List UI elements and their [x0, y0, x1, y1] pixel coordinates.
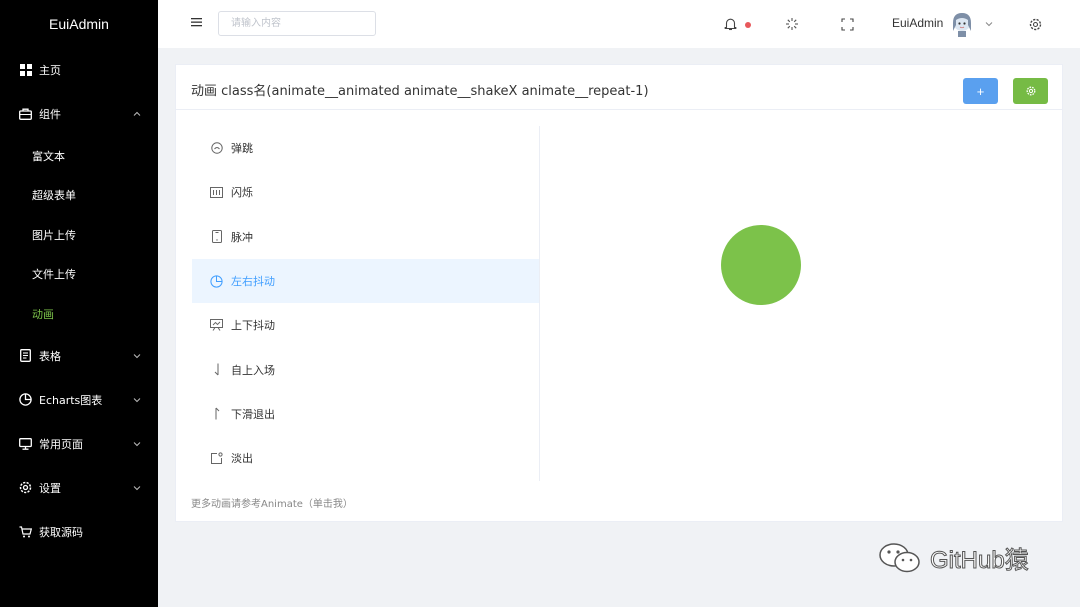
list-item-label: 左右抖动 [231, 275, 275, 289]
list-item-shake-x[interactable]: 左右抖动 [192, 258, 539, 304]
list-item-flash[interactable]: 闪烁 [192, 170, 539, 214]
briefcase-icon [19, 108, 32, 121]
list-item-fade-out[interactable]: 淡出 [192, 436, 539, 480]
chevron-down-icon [133, 441, 141, 446]
list-item-slide-out-down[interactable]: 下滑退出 [192, 392, 539, 436]
sidebar-item-label: 常用页面 [39, 437, 83, 451]
menu-toggle-icon[interactable] [191, 17, 202, 27]
app-logo[interactable]: EuiAdmin [0, 0, 158, 48]
fullscreen-icon[interactable] [840, 17, 854, 31]
settings-gear-icon[interactable] [1028, 17, 1042, 31]
sidebar-subitem-superform[interactable]: 超级表单 [0, 176, 158, 216]
phone-icon [210, 230, 223, 244]
easel-icon [210, 319, 223, 332]
sidebar-item-home[interactable]: 主页 [0, 48, 158, 92]
home-grid-icon [19, 64, 32, 77]
sidebar-item-label: 设置 [39, 481, 61, 495]
watermark: GitHub猿 [878, 540, 1029, 575]
chevron-down-icon [133, 353, 141, 358]
sidebar-item-components[interactable]: 组件 [0, 92, 158, 136]
sidebar-item-label: 组件 [39, 108, 61, 121]
edit-icon [210, 452, 223, 465]
notification-dot [745, 22, 751, 28]
add-button[interactable]: + [963, 78, 998, 104]
animated-circle [721, 225, 801, 305]
sidebar-subitem-animation[interactable]: 动画 [0, 294, 158, 334]
list-item-label: 淡出 [231, 452, 253, 466]
sidebar-item-label: 主页 [39, 64, 61, 77]
card-header: 动画 class名(animate__animated animate__sha… [176, 65, 1062, 110]
sidebar-item-label: 表格 [39, 349, 61, 363]
monitor-icon [19, 437, 32, 450]
top-header: EuiAdmin [158, 0, 1080, 48]
sidebar-item-table[interactable]: 表格 [0, 334, 158, 378]
animation-card: 动画 class名(animate__animated animate__sha… [175, 64, 1063, 522]
barcode-icon [210, 186, 223, 199]
sidebar-item-get-source[interactable]: 获取源码 [0, 510, 158, 554]
sidebar-item-common-pages[interactable]: 常用页面 [0, 422, 158, 466]
chevron-down-icon [133, 397, 141, 402]
sidebar-item-settings[interactable]: 设置 [0, 466, 158, 510]
chevron-down-icon [133, 485, 141, 490]
gear-icon [19, 481, 32, 494]
animate-reference-link[interactable]: 更多动画请参考Animate（单击我） [191, 495, 353, 510]
pie-chart-icon [19, 393, 32, 406]
list-item-bounce[interactable]: 弹跳 [192, 126, 539, 170]
gear-icon [1026, 86, 1035, 96]
sidebar-subitem-image-upload[interactable]: 图片上传 [0, 215, 158, 255]
chevron-up-icon [133, 111, 141, 116]
arrow-up-icon [210, 407, 223, 420]
sidebar: EuiAdmin 主页 组件 富文本 超级表单 图片上传 文件上传 动画 表格 … [0, 0, 158, 607]
smile-icon [210, 142, 223, 155]
sidebar-subitem-richtext[interactable]: 富文本 [0, 136, 158, 176]
list-item-label: 上下抖动 [231, 319, 275, 333]
search-input[interactable] [218, 11, 376, 36]
sidebar-item-label: Echarts图表 [39, 393, 103, 407]
sidebar-item-label: 获取源码 [39, 525, 83, 539]
clock-icon [210, 274, 223, 288]
animation-list: 弹跳 闪烁 脉冲 左右抖动 上下抖动 自上入场 下滑退出 淡出 [192, 126, 540, 481]
list-item-label: 脉冲 [231, 230, 253, 244]
list-item-fade-in-down[interactable]: 自上入场 [192, 347, 539, 391]
list-item-label: 闪烁 [231, 186, 253, 200]
list-item-label: 弹跳 [231, 142, 253, 156]
document-icon [19, 349, 32, 362]
arrow-down-icon [210, 363, 223, 376]
loading-icon[interactable] [785, 17, 799, 31]
username[interactable]: EuiAdmin [892, 16, 943, 30]
list-item-label: 自上入场 [231, 363, 275, 377]
chevron-down-icon[interactable] [984, 19, 994, 29]
wechat-icon [879, 542, 920, 572]
sidebar-subitem-file-upload[interactable]: 文件上传 [0, 255, 158, 295]
list-item-label: 下滑退出 [231, 407, 275, 421]
settings-button[interactable] [1013, 78, 1048, 104]
avatar[interactable] [950, 11, 974, 37]
card-title: 动画 class名(animate__animated animate__sha… [191, 84, 649, 99]
watermark-text: GitHub猿 [930, 547, 1030, 575]
list-item-shake-y[interactable]: 上下抖动 [192, 303, 539, 347]
sidebar-item-echarts[interactable]: Echarts图表 [0, 378, 158, 422]
bell-icon[interactable] [723, 17, 737, 31]
cart-icon [19, 525, 32, 538]
list-item-pulse[interactable]: 脉冲 [192, 215, 539, 259]
